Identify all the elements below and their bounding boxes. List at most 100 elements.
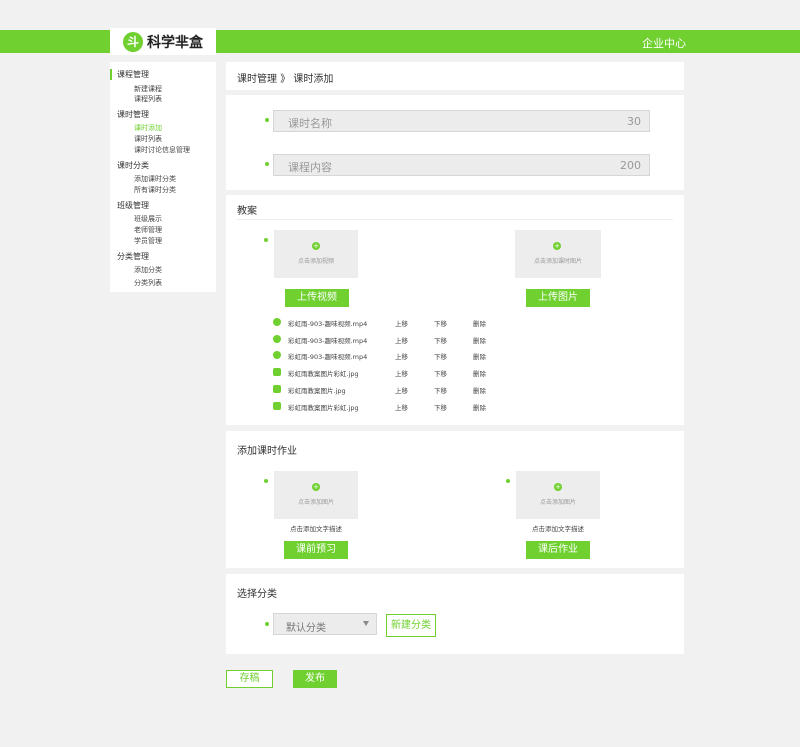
- enterprise-center-link[interactable]: 企业中心: [642, 35, 686, 51]
- required-dot: [265, 118, 269, 122]
- sidebar-item-add-lesson-category[interactable]: 添加课时分类: [134, 174, 176, 184]
- move-down-link[interactable]: 下移: [434, 385, 447, 395]
- plus-icon: +: [553, 242, 561, 250]
- video-upload-text: 点击添加视频: [297, 258, 334, 265]
- file-name: 彩虹雨-903-趣味视频.mp4: [288, 320, 368, 328]
- breadcrumb-current: 课时添加: [293, 74, 334, 85]
- video-file-icon: [273, 351, 281, 359]
- move-down-link[interactable]: 下移: [434, 351, 447, 361]
- breadcrumb-parent[interactable]: 课时管理: [237, 74, 277, 85]
- move-down-link[interactable]: 下移: [434, 335, 447, 345]
- move-up-link[interactable]: 上移: [395, 402, 408, 412]
- sidebar-group-category[interactable]: 分类管理: [117, 251, 149, 262]
- lesson-content-input[interactable]: 课程内容 200: [273, 154, 650, 176]
- post-homework-image-text: 点击添加图片: [539, 499, 576, 506]
- delete-link[interactable]: 删除: [473, 402, 486, 412]
- sidebar-item-lesson-discussion[interactable]: 课时讨论信息管理: [134, 145, 190, 155]
- video-file-icon: [273, 318, 281, 326]
- video-upload-box[interactable]: + 点击添加视频: [274, 230, 358, 278]
- sidebar: 课程管理 新建课程 课程列表 课时管理 课时添加 课时列表 课时讨论信息管理 课…: [110, 62, 216, 292]
- sidebar-item-new-course[interactable]: 新建课程: [134, 84, 162, 94]
- move-down-link[interactable]: 下移: [434, 402, 447, 412]
- sidebar-item-add-category[interactable]: 添加分类: [134, 265, 162, 275]
- file-row: 彩虹雨教案图片彩虹.jpg 上移 下移 删除: [273, 367, 503, 379]
- category-selected-value: 默认分类: [286, 623, 326, 634]
- image-upload-box[interactable]: + 点击添加课时图片: [515, 230, 601, 278]
- required-dot: [265, 162, 269, 166]
- delete-link[interactable]: 删除: [473, 368, 486, 378]
- delete-link[interactable]: 删除: [473, 318, 486, 328]
- pre-homework-image-box[interactable]: + 点击添加图片: [274, 471, 358, 519]
- lesson-content-placeholder: 课程内容: [288, 161, 332, 174]
- required-dot: [265, 622, 269, 626]
- delete-link[interactable]: 删除: [473, 351, 486, 361]
- image-upload-text: 点击添加课时图片: [533, 258, 582, 265]
- sidebar-item-class-display[interactable]: 班级展示: [134, 214, 162, 224]
- upload-video-button[interactable]: 上传视频: [285, 289, 349, 307]
- sidebar-item-teacher-manage[interactable]: 老师管理: [134, 225, 162, 235]
- pre-homework-image-text: 点击添加图片: [297, 499, 334, 506]
- required-dot: [506, 479, 510, 483]
- file-row: 彩虹雨-903-趣味视频.mp4 上移 下移 删除: [273, 334, 503, 346]
- sidebar-group-course[interactable]: 课程管理: [110, 69, 149, 80]
- file-row: 彩虹雨-903-趣味视频.mp4 上移 下移 删除: [273, 350, 503, 362]
- sidebar-item-course-list[interactable]: 课程列表: [134, 94, 162, 104]
- sidebar-item-all-lesson-categories[interactable]: 所有课时分类: [134, 185, 176, 195]
- sidebar-group-lesson[interactable]: 课时管理: [117, 109, 149, 120]
- post-homework-desc[interactable]: 点击添加文字描述: [508, 523, 608, 533]
- sidebar-item-lesson-add[interactable]: 课时添加: [134, 123, 162, 133]
- save-draft-button[interactable]: 存稿: [226, 670, 273, 688]
- logo[interactable]: 斗 科学芈盒: [110, 28, 216, 55]
- sidebar-item-lesson-list[interactable]: 课时列表: [134, 134, 162, 144]
- image-file-icon: [273, 402, 281, 410]
- image-file-icon: [273, 385, 281, 393]
- upload-image-button[interactable]: 上传图片: [526, 289, 590, 307]
- file-name: 彩虹雨教案图片彩虹.jpg: [288, 404, 359, 412]
- image-file-icon: [273, 368, 281, 376]
- lesson-name-limit: 30: [627, 115, 641, 128]
- move-up-link[interactable]: 上移: [395, 368, 408, 378]
- divider: [237, 219, 673, 220]
- lesson-name-input[interactable]: 课时名称 30: [273, 110, 650, 132]
- file-name: 彩虹雨-903-趣味视频.mp4: [288, 337, 368, 345]
- file-row: 彩虹雨教案图片.jpg 上移 下移 删除: [273, 384, 503, 396]
- plus-icon: +: [312, 483, 320, 491]
- post-homework-button[interactable]: 课后作业: [526, 541, 590, 559]
- move-up-link[interactable]: 上移: [395, 318, 408, 328]
- file-row: 彩虹雨-903-趣味视频.mp4 上移 下移 删除: [273, 317, 503, 329]
- homework-title: 添加课时作业: [237, 446, 297, 457]
- video-file-icon: [273, 335, 281, 343]
- lesson-content-limit: 200: [620, 159, 641, 172]
- pre-homework-desc[interactable]: 点击添加文字描述: [266, 523, 366, 533]
- publish-button[interactable]: 发布: [293, 670, 337, 688]
- logo-icon: 斗: [123, 31, 143, 52]
- delete-link[interactable]: 删除: [473, 335, 486, 345]
- move-down-link[interactable]: 下移: [434, 368, 447, 378]
- sidebar-group-lesson-category[interactable]: 课时分类: [117, 160, 149, 171]
- category-title: 选择分类: [237, 589, 277, 600]
- sidebar-item-student-manage[interactable]: 学员管理: [134, 236, 162, 246]
- plus-icon: +: [312, 242, 320, 250]
- sidebar-item-category-list[interactable]: 分类列表: [134, 278, 162, 288]
- delete-link[interactable]: 删除: [473, 385, 486, 395]
- breadcrumb: 课时管理 》 课时添加: [226, 62, 684, 90]
- plus-icon: +: [554, 483, 562, 491]
- file-row: 彩虹雨教案图片彩虹.jpg 上移 下移 删除: [273, 401, 503, 413]
- move-up-link[interactable]: 上移: [395, 385, 408, 395]
- brand-name: 科学芈盒: [147, 34, 203, 51]
- new-category-button[interactable]: 新建分类: [386, 614, 436, 637]
- move-up-link[interactable]: 上移: [395, 335, 408, 345]
- required-dot: [264, 479, 268, 483]
- file-name: 彩虹雨教案图片.jpg: [288, 387, 346, 395]
- sidebar-group-class[interactable]: 班级管理: [117, 200, 149, 211]
- move-up-link[interactable]: 上移: [395, 351, 408, 361]
- lesson-plan-title: 教案: [237, 206, 257, 217]
- chevron-down-icon: [363, 621, 369, 626]
- move-down-link[interactable]: 下移: [434, 318, 447, 328]
- category-select[interactable]: 默认分类: [273, 613, 377, 635]
- breadcrumb-separator: 》: [280, 74, 291, 85]
- required-dot: [264, 238, 268, 242]
- pre-study-button[interactable]: 课前预习: [284, 541, 348, 559]
- post-homework-image-box[interactable]: + 点击添加图片: [516, 471, 600, 519]
- file-name: 彩虹雨-903-趣味视频.mp4: [288, 353, 368, 361]
